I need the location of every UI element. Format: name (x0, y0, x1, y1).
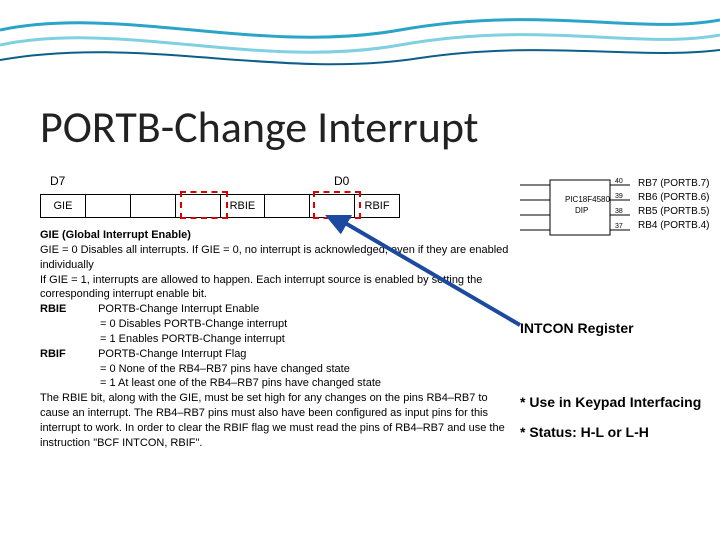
gie-line2: If GIE = 1, interrupts are allowed to ha… (40, 274, 482, 301)
register-row: GIE RBIE RBIF (40, 194, 400, 218)
pin-rb6: RB6 (PORTB.6) (638, 191, 710, 205)
gie-line1: GIE = 0 Disables all interrupts. If GIE … (40, 244, 508, 271)
rbif-label: RBIF (40, 347, 95, 362)
reg-cell-rbie: RBIE (221, 194, 266, 218)
svg-text:PIC18F4580: PIC18F4580 (565, 195, 610, 204)
rbie-text: PORTB-Change Interrupt Enable (98, 302, 498, 317)
pin-rb7: RB7 (PORTB.7) (638, 177, 710, 191)
rbie-eq1: = 1 Enables PORTB-Change interrupt (40, 332, 510, 347)
rbie-label: RBIE (40, 302, 95, 317)
note-keypad: * Use in Keypad Interfacing (520, 394, 715, 410)
reg-cell-gie: GIE (40, 194, 86, 218)
reg-cell-rbif: RBIF (355, 194, 400, 218)
description-block: GIE (Global Interrupt Enable) GIE = 0 Di… (40, 228, 510, 451)
reg-cell-2 (131, 194, 176, 218)
svg-text:DIP: DIP (575, 206, 588, 215)
content-area: D7 D0 GIE RBIE RBIF GIE (Global Interrup… (30, 170, 570, 451)
bit-label-d7: D7 (50, 174, 65, 188)
reg-cell-3 (176, 194, 221, 218)
reg-cell-6 (310, 194, 355, 218)
rbif-eq1: = 1 At least one of the RB4–RB7 pins hav… (40, 376, 510, 391)
pin-diagram: PIC18F4580 DIP 40 39 38 37 RB7 (PORTB.7)… (520, 175, 710, 260)
reg-cell-5 (265, 194, 310, 218)
header-waves (0, 0, 720, 80)
svg-text:40: 40 (615, 178, 623, 185)
pin-rb4: RB4 (PORTB.4) (638, 219, 710, 233)
rbif-text: PORTB-Change Interrupt Flag (98, 347, 498, 362)
rbif-eq0: = 0 None of the RB4–RB7 pins have change… (40, 362, 510, 377)
side-notes: INTCON Register * Use in Keypad Interfac… (520, 320, 715, 454)
svg-text:39: 39 (615, 193, 623, 200)
reg-cell-1 (86, 194, 131, 218)
desc-tail: The RBIE bit, along with the GIE, must b… (40, 392, 505, 449)
svg-text:38: 38 (615, 208, 623, 215)
svg-text:37: 37 (615, 223, 623, 230)
bit-label-d0: D0 (334, 174, 349, 188)
pin-rb5: RB5 (PORTB.5) (638, 205, 710, 219)
slide-title: PORTB-Change Interrupt (40, 100, 479, 154)
note-intcon: INTCON Register (520, 320, 715, 336)
note-status: * Status: H-L or L-H (520, 424, 715, 440)
rbie-eq0: = 0 Disables PORTB-Change interrupt (40, 317, 510, 332)
gie-heading: GIE (Global Interrupt Enable) (40, 229, 191, 241)
